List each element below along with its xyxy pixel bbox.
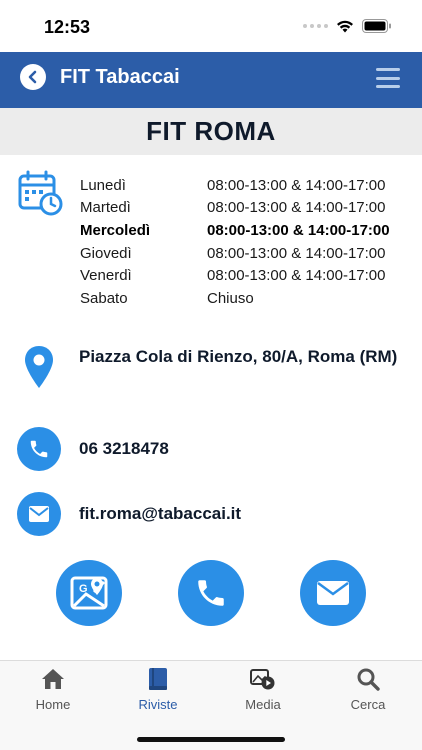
battery-icon: [362, 19, 391, 33]
tab-label: Cerca: [350, 697, 386, 712]
store-email[interactable]: fit.roma@tabaccai.it: [79, 504, 241, 524]
hours-row: Lunedì 08:00-13:00 & 14:00-17:00: [80, 174, 416, 197]
calendar-clock-icon: [18, 170, 63, 216]
book-icon: [149, 668, 167, 690]
status-bar: 12:53: [0, 0, 422, 52]
store-address[interactable]: Piazza Cola di Rienzo, 80/A, Roma (RM): [79, 345, 409, 368]
status-time: 12:53: [44, 17, 91, 37]
time-label: 08:00-13:00 & 14:00-17:00: [207, 199, 386, 217]
home-icon: [42, 669, 64, 689]
time-label: 08:00-13:00 & 14:00-17:00: [207, 267, 386, 285]
store-header: FIT ROMA: [0, 108, 422, 155]
open-map-button[interactable]: G: [56, 560, 122, 626]
tab-label: Home: [35, 697, 71, 712]
time-label: 08:00-13:00 & 14:00-17:00: [207, 176, 386, 194]
status-icons: [303, 19, 392, 33]
nav-bar: FIT Tabaccai: [0, 52, 422, 108]
opening-hours: Lunedì 08:00-13:00 & 14:00-17:00 Martedì…: [80, 174, 416, 310]
back-button[interactable]: [20, 64, 46, 90]
store-phone[interactable]: 06 3218478: [79, 439, 169, 459]
day-label: Lunedì: [80, 176, 126, 194]
phone-icon: [198, 580, 224, 606]
day-label: Martedì: [80, 199, 131, 217]
google-maps-icon: G: [70, 576, 108, 610]
svg-text:G: G: [79, 583, 88, 595]
send-email-button[interactable]: [300, 560, 366, 626]
call-button[interactable]: [178, 560, 244, 626]
tab-label: Media: [245, 697, 281, 712]
tab-cerca[interactable]: Cerca: [328, 667, 408, 712]
nav-title: FIT Tabaccai: [60, 66, 180, 88]
time-label: Chiuso: [207, 289, 254, 307]
signal-icon: [303, 24, 328, 28]
time-label: 08:00-13:00 & 14:00-17:00: [207, 221, 390, 239]
day-label: Mercoledì: [80, 221, 151, 239]
tab-riviste[interactable]: Riviste: [118, 667, 198, 712]
wifi-icon: [337, 20, 353, 32]
envelope-icon: [17, 492, 61, 536]
hours-row: Giovedì 08:00-13:00 & 14:00-17:00: [80, 242, 416, 265]
media-icon: [250, 669, 275, 690]
store-name: FIT ROMA: [146, 116, 276, 146]
tab-home[interactable]: Home: [13, 667, 93, 712]
tab-media[interactable]: Media: [223, 667, 303, 712]
day-label: Venerdì: [80, 267, 132, 285]
hours-row: Sabato Chiuso: [80, 287, 416, 310]
hours-row: Venerdì 08:00-13:00 & 14:00-17:00: [80, 264, 416, 287]
home-indicator: [137, 737, 285, 742]
chevron-left-icon: [28, 70, 37, 84]
hours-row-today: Mercoledì 08:00-13:00 & 14:00-17:00: [80, 219, 416, 242]
envelope-icon: [317, 581, 349, 605]
tab-label: Riviste: [138, 697, 178, 712]
time-label: 08:00-13:00 & 14:00-17:00: [207, 244, 386, 262]
map-pin-icon: [25, 346, 53, 388]
search-icon: [357, 668, 380, 691]
phone-icon: [17, 427, 61, 471]
day-label: Sabato: [80, 289, 128, 307]
menu-icon: [376, 68, 400, 71]
hours-row: Martedì 08:00-13:00 & 14:00-17:00: [80, 197, 416, 220]
menu-button[interactable]: [376, 68, 400, 88]
day-label: Giovedì: [80, 244, 132, 262]
